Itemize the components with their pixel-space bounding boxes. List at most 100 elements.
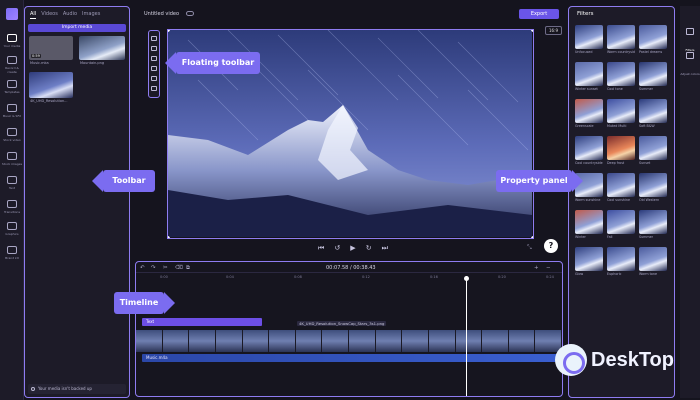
more-icon[interactable]	[151, 86, 157, 91]
callout-floating-toolbar: Floating toolbar	[176, 52, 260, 74]
video-icon	[7, 128, 17, 136]
video-clip[interactable]	[136, 330, 562, 352]
skip-forward-icon[interactable]: ⏭	[382, 243, 388, 253]
rail-item-record-create[interactable]: Record & create	[0, 56, 24, 74]
rail-item-templates[interactable]: Templates	[0, 80, 24, 94]
filter-tile[interactable]: Unfocused	[575, 25, 603, 58]
rail-item-brand-kit[interactable]: Brand kit	[0, 246, 24, 260]
filter-tile[interactable]: Winter	[575, 210, 603, 243]
import-media-button[interactable]: Import media	[28, 24, 126, 32]
filter-preview	[575, 99, 603, 123]
tab-audio[interactable]: Audio	[63, 11, 77, 19]
timeline-toolbar: ↶ ↷ ✂ ⌫ ⧉ 00:07.58 / 00:38.43 + −	[136, 262, 562, 273]
audio-clip[interactable]: Music.m4a	[142, 354, 562, 362]
help-button[interactable]: ?	[544, 239, 558, 253]
zoom-out-icon[interactable]: −	[546, 265, 551, 271]
rail-item-stock-images[interactable]: Stock images	[0, 152, 24, 166]
cloud-icon	[31, 387, 35, 391]
duplicate-icon[interactable]: ⧉	[186, 265, 190, 272]
brand-kit-icon	[7, 246, 17, 254]
filter-tile[interactable]: Cool sunshine	[607, 173, 635, 206]
filter-tile[interactable]: Euphoric	[607, 247, 635, 280]
filter-tile[interactable]: Old Western	[639, 173, 667, 206]
filter-tile[interactable]: Warm tone	[639, 247, 667, 280]
left-nav-rail: Your media Record & create Templates Mus…	[0, 0, 24, 400]
delete-icon[interactable]: ⌫	[175, 265, 183, 271]
skip-back-icon[interactable]: ⏮	[318, 243, 324, 253]
graphics-icon	[7, 222, 17, 230]
filter-label: Glow	[575, 272, 584, 276]
aspect-ratio-button[interactable]: 16:9	[545, 26, 562, 35]
media-item-label: 4K_UHD_Resolution...	[30, 99, 68, 103]
filter-tile[interactable]: Winter sunset	[575, 62, 603, 95]
filter-tile[interactable]: Warm countryside	[607, 25, 635, 58]
callout-pointer	[92, 170, 103, 192]
rail-item-your-media[interactable]: Your media	[0, 34, 24, 48]
filter-tile[interactable]: Muted Multi	[607, 99, 635, 132]
editor-topbar: Untitled video Export	[137, 6, 562, 22]
rail-item-stock-video[interactable]: Stock video	[0, 128, 24, 142]
callout-pointer	[572, 170, 583, 192]
export-button[interactable]: Export	[519, 9, 559, 19]
filter-label: Winter sunset	[575, 87, 598, 91]
filter-tile[interactable]: Soft B&W	[639, 99, 667, 132]
filter-preview	[607, 99, 635, 123]
filter-preview	[639, 173, 667, 197]
filter-tile[interactable]: Cool countryside	[575, 136, 603, 169]
play-icon[interactable]: ▶	[350, 243, 355, 253]
forward-icon[interactable]: ↻	[366, 243, 372, 253]
playback-controls: ⏮ ↺ ▶ ↻ ⏭	[318, 243, 388, 253]
rail-item-adjust-colors[interactable]: Adjust colors	[680, 52, 700, 79]
filter-tile[interactable]: Sunset	[639, 136, 667, 169]
fit-icon[interactable]	[151, 46, 157, 51]
text-clip[interactable]: Text	[142, 318, 262, 326]
rail-item-music[interactable]: Music & SFX	[0, 104, 24, 118]
fullscreen-icon[interactable]: ⤡	[527, 244, 532, 252]
music-icon	[7, 104, 17, 112]
filter-label: Summer	[639, 87, 653, 91]
resize-handle[interactable]	[531, 30, 533, 32]
rail-item-transitions[interactable]: Transitions	[0, 200, 24, 214]
pip-icon[interactable]	[151, 56, 157, 61]
split-icon[interactable]: ✂	[163, 265, 168, 271]
zoom-in-icon[interactable]: +	[534, 265, 539, 271]
rewind-icon[interactable]: ↺	[334, 243, 340, 253]
filter-label: Winter	[575, 235, 586, 239]
filter-tile[interactable]: Pastel dreams	[639, 25, 667, 58]
filter-tile[interactable]: Cool tone	[607, 62, 635, 95]
rail-item-text[interactable]: Text	[0, 176, 24, 190]
filter-tile[interactable]: Greenscale	[575, 99, 603, 132]
clipchamp-logo-icon	[6, 8, 18, 20]
media-item-music[interactable]: 0:59	[29, 36, 73, 60]
filter-tile[interactable]: Summer	[639, 210, 667, 243]
cloud-sync-icon	[186, 11, 194, 16]
filter-tile[interactable]: Deep frost	[607, 136, 635, 169]
video-title[interactable]: Untitled video	[144, 11, 179, 17]
undo-icon[interactable]: ↶	[140, 265, 145, 271]
tab-videos[interactable]: Videos	[41, 11, 58, 19]
media-item-uhd[interactable]	[29, 72, 73, 98]
rotate-icon[interactable]	[151, 66, 157, 71]
rail-item-filters[interactable]: Filters	[680, 28, 700, 55]
flip-icon[interactable]	[151, 76, 157, 81]
filter-tile[interactable]: Glow	[575, 247, 603, 280]
tab-images[interactable]: Images	[82, 11, 100, 19]
media-item-mountain[interactable]	[79, 36, 125, 60]
resize-handle[interactable]	[168, 236, 170, 238]
redo-icon[interactable]: ↷	[151, 265, 156, 271]
filter-preview	[639, 62, 667, 86]
filter-tile[interactable]: Fall	[607, 210, 635, 243]
camera-icon	[7, 56, 17, 64]
transition-icon	[7, 200, 17, 208]
crop-icon[interactable]	[151, 36, 157, 41]
filter-label: Soft B&W	[639, 124, 655, 128]
filter-preview	[607, 62, 635, 86]
playhead[interactable]	[464, 276, 469, 396]
resize-handle[interactable]	[531, 236, 533, 238]
rail-item-graphics[interactable]: Graphics	[0, 222, 24, 236]
tab-all[interactable]: All	[30, 11, 37, 19]
watermark: DeskTop	[555, 340, 674, 380]
filter-tile[interactable]: Summer	[639, 62, 667, 95]
backup-notice[interactable]: Your media isn't backed up	[28, 384, 126, 394]
filter-label: Sunset	[639, 161, 651, 165]
